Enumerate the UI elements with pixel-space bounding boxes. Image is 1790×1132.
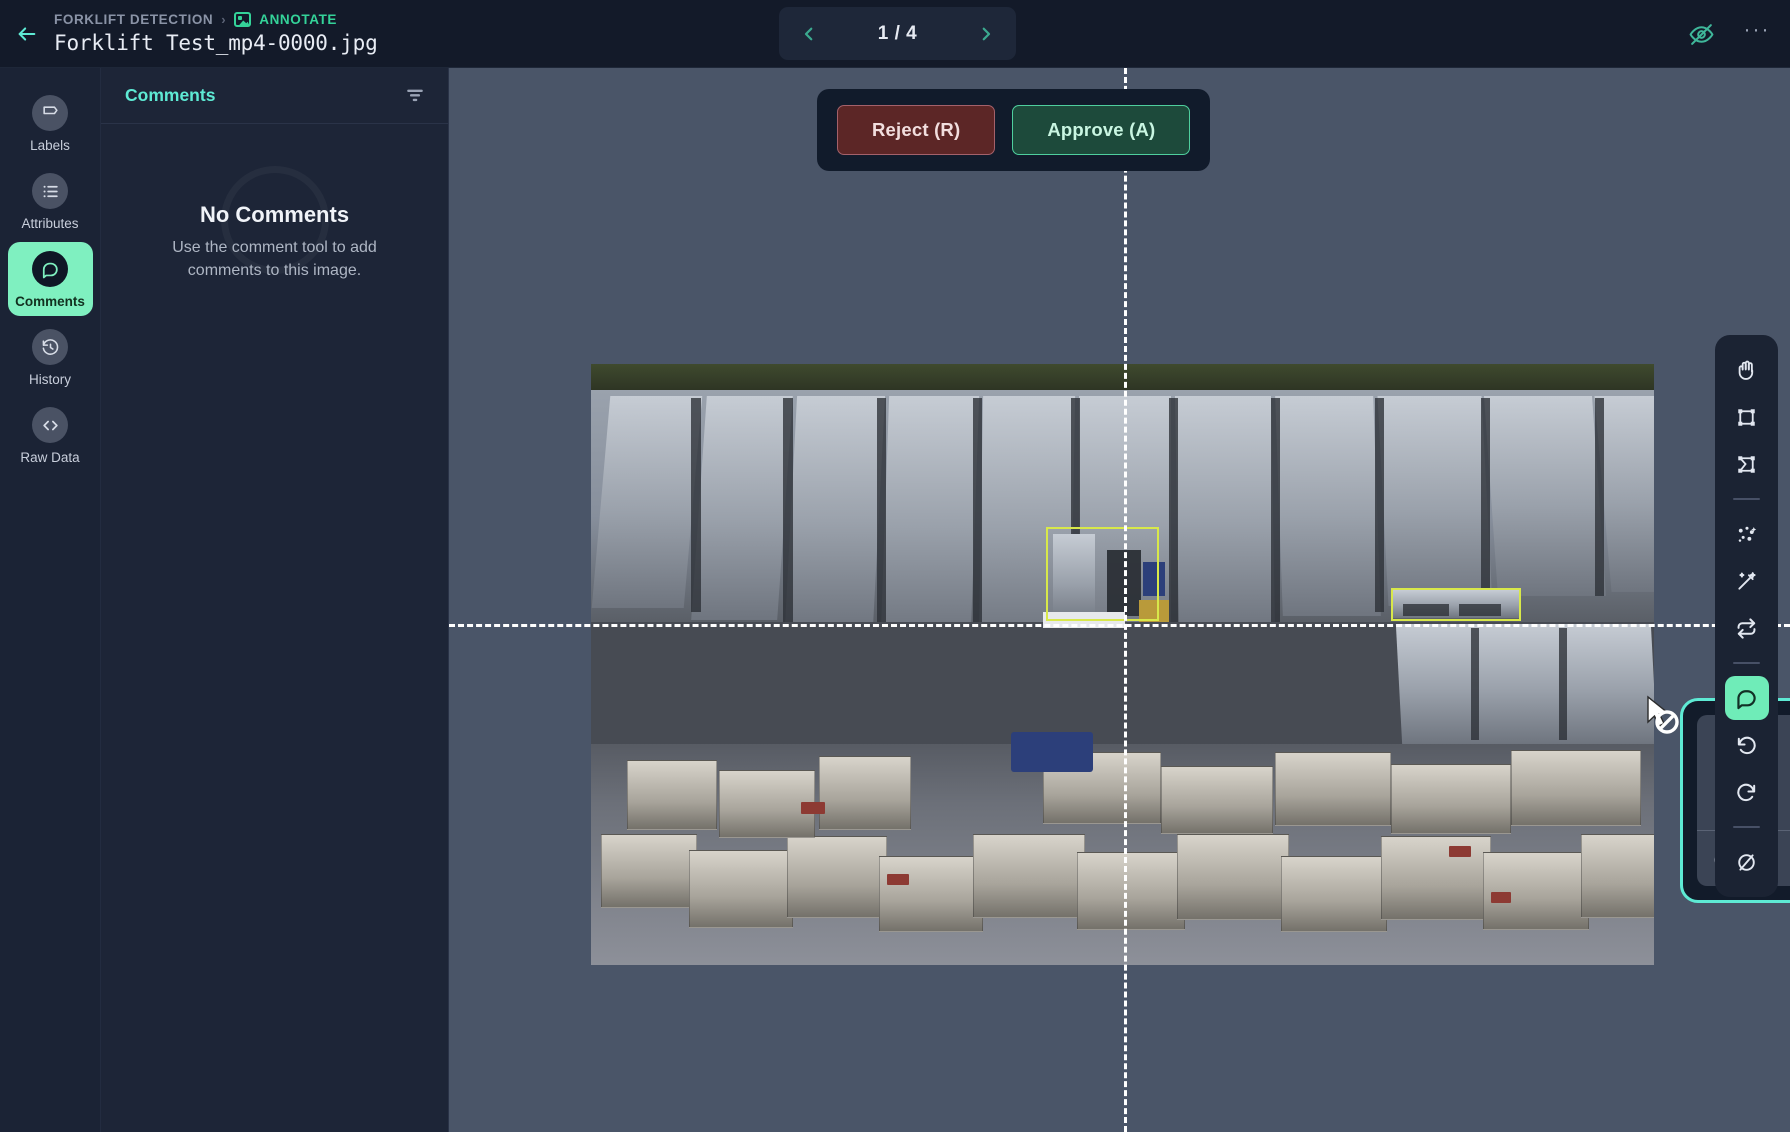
chevron-right-icon [977,25,995,43]
image-icon [234,12,251,27]
no-entry-icon [1735,851,1758,874]
sidebar-item-label: Attributes [21,216,78,231]
repeat-icon [1735,617,1758,640]
polygon-icon [1735,453,1758,476]
pan-hand-tool[interactable] [1725,348,1769,392]
breadcrumb-project[interactable]: FORKLIFT DETECTION [54,12,213,27]
reject-button[interactable]: Reject (R) [837,105,995,155]
left-nav-rail: Labels Attributes Comment [0,68,101,1132]
sidebar-item-labels[interactable]: Labels [8,86,93,160]
image-pager: 1 / 4 [779,7,1016,60]
next-image-button[interactable] [963,12,1009,56]
breadcrumb-separator: › [221,12,226,27]
comments-panel-title: Comments [125,85,215,106]
title-block: FORKLIFT DETECTION › ANNOTATE Forklift T… [54,12,378,55]
tool-rail [1715,335,1778,897]
comment-icon [1735,687,1758,710]
review-verdict-bar: Reject (R) Approve (A) [817,89,1210,171]
interpolate-tool[interactable] [1725,606,1769,650]
image-canvas[interactable]: Reject (R) Approve (A) @ [449,68,1790,1132]
magic-wand-tool[interactable] [1725,559,1769,603]
divider [1733,826,1760,828]
magic-wand-icon [1735,570,1758,593]
approve-button[interactable]: Approve (A) [1012,105,1190,155]
label-tag-icon [32,95,68,131]
redo-icon [1735,781,1758,804]
chevron-left-icon [800,25,818,43]
sidebar-item-comments[interactable]: Comments [8,242,93,316]
back-button[interactable] [0,0,54,68]
sidebar-item-attributes[interactable]: Attributes [8,164,93,238]
code-icon [32,407,68,443]
annotation-image [591,364,1654,965]
comment-tool[interactable] [1725,676,1769,720]
top-right-actions: ··· [1682,0,1776,68]
filter-icon[interactable] [404,85,426,107]
comment-icon [32,251,68,287]
sparkle-points-icon [1735,523,1758,546]
divider [1733,662,1760,664]
image-sky [591,364,1654,390]
undo-icon [1735,734,1758,757]
sidebar-item-history[interactable]: History [8,320,93,394]
breadcrumb-section[interactable]: ANNOTATE [259,12,337,27]
auto-segment-tool[interactable] [1725,512,1769,556]
comments-panel: Comments No Comments Use the comment too… [101,68,449,1132]
polygon-tool[interactable] [1725,442,1769,486]
list-icon [32,173,68,209]
clear-tool[interactable] [1725,840,1769,884]
sidebar-item-raw-data[interactable]: Raw Data [8,398,93,472]
sidebar-item-label: Labels [30,138,70,153]
pager-count: 1 / 4 [878,23,917,45]
bounding-box-forklift[interactable] [1046,527,1159,621]
bounding-box-vehicles[interactable] [1391,588,1521,621]
undo-tool[interactable] [1725,723,1769,767]
eye-off-icon[interactable] [1682,15,1720,53]
history-icon [32,329,68,365]
empty-state-subtitle: Use the comment tool to add comments to … [157,237,392,282]
top-bar: FORKLIFT DETECTION › ANNOTATE Forklift T… [0,0,1790,68]
comments-empty-state: No Comments Use the comment tool to add … [101,202,448,282]
annotation-tool-app: FORKLIFT DETECTION › ANNOTATE Forklift T… [0,0,1790,1132]
breadcrumb: FORKLIFT DETECTION › ANNOTATE [54,12,378,27]
arrow-left-icon [16,23,38,45]
more-menu-icon[interactable]: ··· [1738,15,1776,53]
sidebar-item-label: History [29,372,71,387]
comments-panel-header: Comments [101,68,448,124]
divider [1733,498,1760,500]
page-title: Forklift Test_mp4-0000.jpg [54,31,378,55]
redo-tool[interactable] [1725,770,1769,814]
hand-icon [1735,359,1758,382]
prev-image-button[interactable] [786,12,832,56]
empty-state-title: No Comments [200,202,349,228]
rectangle-icon [1735,406,1758,429]
bounding-box-tool[interactable] [1725,395,1769,439]
sidebar-item-label: Comments [15,294,85,309]
sidebar-item-label: Raw Data [20,450,79,465]
